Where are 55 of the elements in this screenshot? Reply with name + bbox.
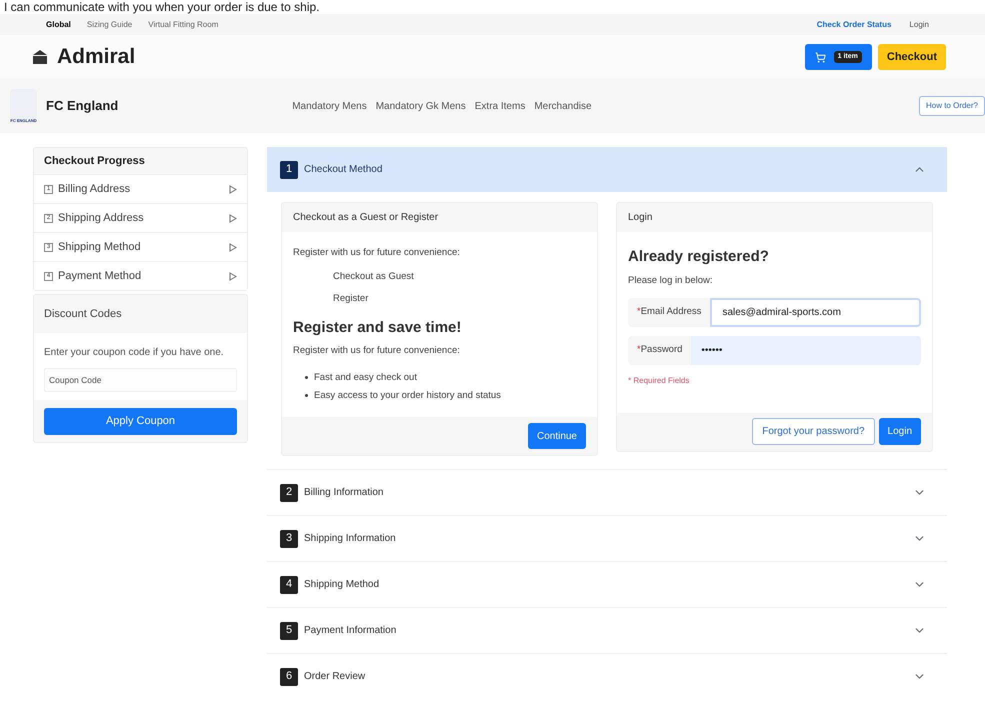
triangle-right-icon xyxy=(229,272,237,280)
section-number-badge: 1 xyxy=(280,160,298,178)
how-to-order-button[interactable]: How to Order? xyxy=(918,96,985,116)
triangle-right-icon xyxy=(229,184,237,194)
building-icon xyxy=(31,49,49,65)
checkout-button[interactable]: Checkout xyxy=(878,44,946,70)
panel-title: Login xyxy=(627,211,654,225)
field-label-text: Password xyxy=(640,343,682,358)
section-number-badge: 2 xyxy=(280,484,298,502)
login-link[interactable]: Login xyxy=(909,18,929,30)
team-name: FC England xyxy=(46,97,118,116)
section-number-badge: 6 xyxy=(280,668,298,686)
section-number-badge: 3 xyxy=(280,530,298,548)
intro-text: Register with us for future convenience: xyxy=(293,246,461,260)
discount-title: Discount Codes xyxy=(43,306,123,322)
apply-coupon-button[interactable]: Apply Coupon xyxy=(44,408,237,435)
email-field[interactable]: sales@admiral-sports.com xyxy=(710,298,921,327)
bullet-icon xyxy=(305,394,308,398)
progress-title: Checkout Progress xyxy=(43,154,146,169)
login-heading: Already registered? xyxy=(628,247,770,267)
checkout-option[interactable]: Register xyxy=(333,292,586,306)
order-status-link[interactable]: Check Order Status xyxy=(816,18,892,30)
required-fields-note: * Required Fields xyxy=(628,374,690,387)
password-field[interactable]: •••••• xyxy=(691,336,921,365)
section-number-badge: 4 xyxy=(280,576,298,594)
login-button[interactable]: Login xyxy=(878,418,921,446)
section-header[interactable]: 1 Checkout Method xyxy=(267,147,947,192)
category-menu-link[interactable]: Mandatory Mens xyxy=(292,98,367,114)
benefit-item: Fast and easy check out xyxy=(314,370,417,384)
coupon-code-field[interactable]: Coupon Code xyxy=(44,368,237,392)
brand-logo-text: Admiral xyxy=(57,44,136,70)
benefit-item: Easy access to your order history and status xyxy=(314,388,501,403)
coupon-instructions: Enter your coupon code if you have one. xyxy=(44,346,225,360)
register-heading: Register and save time! xyxy=(293,318,462,338)
top-nav-link[interactable]: Sizing Guide xyxy=(86,18,132,30)
forgot-password-button[interactable]: Forgot your password? xyxy=(752,418,875,446)
bullet-icon xyxy=(305,376,308,380)
register-subtext: Register with us for future convenience: xyxy=(293,344,461,358)
login-subtext: Please log in below: xyxy=(628,274,714,288)
checkout-option[interactable]: Checkout as Guest xyxy=(333,270,586,284)
caption-text: I can communicate with you when your order is due to ship. xyxy=(4,0,320,14)
required-mark: * xyxy=(637,305,641,320)
field-label-text: Email Address xyxy=(640,305,702,320)
section-number-badge: 5 xyxy=(280,622,298,640)
category-menu-link[interactable]: Mandatory Gk Mens xyxy=(376,98,466,114)
top-nav-link[interactable]: Global xyxy=(46,18,71,30)
category-menu-link[interactable]: Merchandise xyxy=(534,98,592,114)
cart-icon xyxy=(814,52,826,62)
triangle-right-icon xyxy=(229,242,237,252)
continue-button[interactable]: Continue xyxy=(528,423,586,449)
category-menu-link[interactable]: Extra Items xyxy=(474,98,526,114)
panel-title: Checkout as a Guest or Register xyxy=(292,211,440,225)
triangle-right-icon xyxy=(229,214,237,222)
top-nav-link[interactable]: Virtual Fitting Room xyxy=(148,18,218,30)
required-mark: * xyxy=(637,343,641,358)
